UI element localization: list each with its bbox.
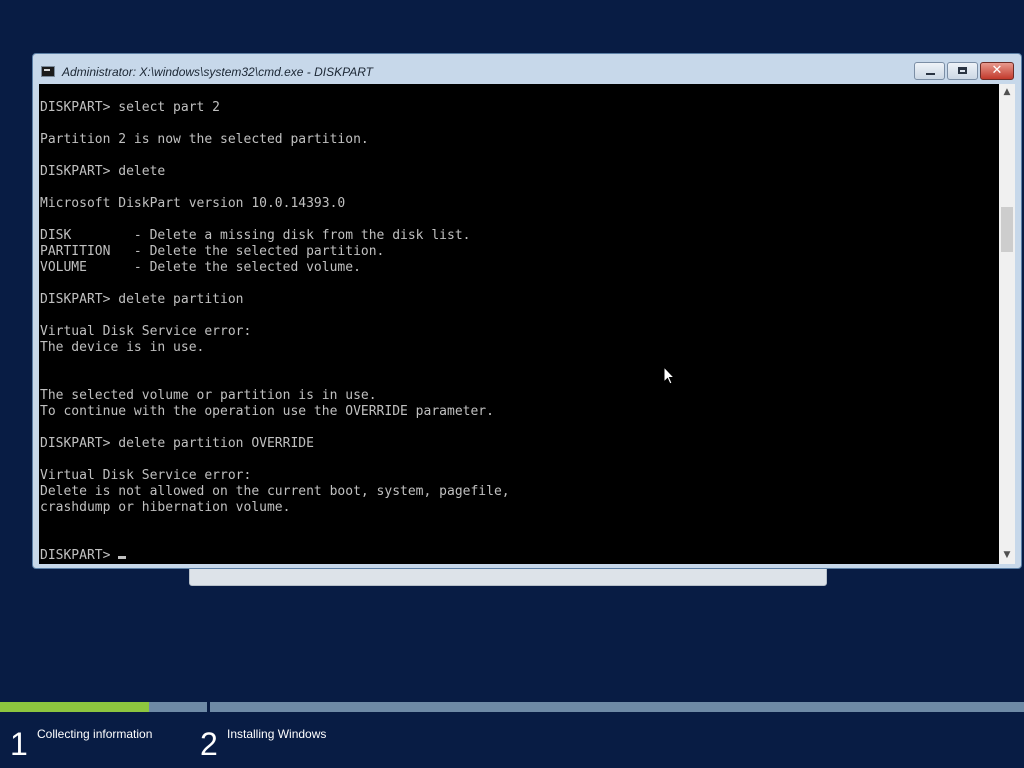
step-number: 1 [10,726,28,762]
console-line: Virtual Disk Service error: [40,324,252,339]
progress-segment-collecting [0,702,207,712]
progress-fill [0,702,149,712]
text-cursor [118,556,127,559]
progress-segment-installing [210,702,1024,712]
maximize-icon [958,67,967,74]
console-line: DISKPART> delete partition OVERRIDE [40,436,314,451]
cmd-window[interactable]: Administrator: X:\windows\system32\cmd.e… [32,53,1022,569]
step-label: Installing Windows [227,727,327,741]
console-output[interactable]: DISKPART> select part 2 Partition 2 is no… [39,84,999,564]
maximize-button[interactable] [947,62,978,80]
console-line: Virtual Disk Service error: [40,468,252,483]
console-prompt: DISKPART> [40,548,119,563]
console-line: DISKPART> select part 2 [40,100,221,115]
title-bar[interactable]: Administrator: X:\windows\system32\cmd.e… [33,54,1021,86]
setup-progress-bar [0,702,1024,712]
step-number: 2 [200,726,218,762]
console-line: crashdump or hibernation volume. [40,500,291,515]
vertical-scrollbar[interactable]: ▲ ▼ [999,84,1015,564]
close-button[interactable]: ✕ [980,62,1014,80]
minimize-icon [926,73,935,75]
scroll-thumb[interactable] [1001,207,1013,252]
console-line: DISKPART> delete [40,164,166,179]
window-title: Administrator: X:\windows\system32\cmd.e… [62,65,373,79]
minimize-button[interactable] [914,62,945,80]
console-text: DISKPART> select part 2 Partition 2 is no… [40,100,510,564]
console-line: DISKPART> delete partition [40,292,244,307]
console-line: VOLUME - Delete the selected volume. [40,260,361,275]
step-label: Collecting information [37,727,153,741]
console-line: Partition 2 is now the selected partitio… [40,132,369,147]
scroll-up-arrow-icon[interactable]: ▲ [999,84,1015,101]
console-line: Microsoft DiskPart version 10.0.14393.0 [40,196,346,211]
console-line: To continue with the operation use the O… [40,404,494,419]
mouse-pointer-icon [663,366,675,385]
console-line: The selected volume or partition is in u… [40,388,377,403]
console-line: Delete is not allowed on the current boo… [40,484,510,499]
close-icon: ✕ [991,63,1003,78]
console-prompt-line[interactable]: DISKPART> [40,548,510,564]
cmd-app-icon[interactable] [41,66,55,77]
console-line: The device is in use. [40,340,205,355]
background-dialog-edge [189,566,827,586]
scroll-down-arrow-icon[interactable]: ▼ [999,547,1015,564]
console-line: DISK - Delete a missing disk from the di… [40,228,471,243]
console-line: PARTITION - Delete the selected partitio… [40,244,385,259]
